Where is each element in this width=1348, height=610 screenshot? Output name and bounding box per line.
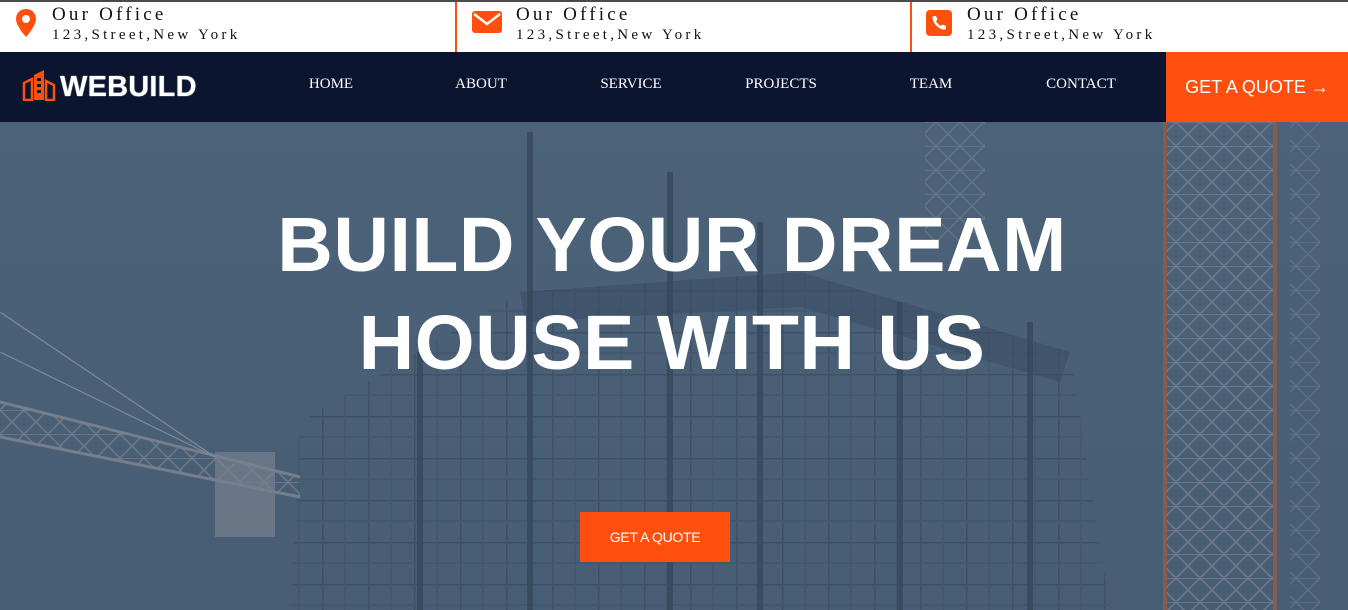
- contact-info-address: 123,Street,New York: [967, 27, 1156, 43]
- contact-info-address: 123,Street,New York: [52, 27, 241, 43]
- phone-icon: [926, 10, 952, 41]
- get-a-quote-button[interactable]: GET A QUOTE →: [1166, 52, 1348, 122]
- contact-info-title: Our Office: [967, 4, 1082, 25]
- brand-name: WEBUILD: [60, 70, 197, 103]
- hero-get-a-quote-button[interactable]: GET A QUOTE: [580, 512, 730, 562]
- envelope-icon: [471, 10, 503, 39]
- nav-item-team[interactable]: TEAM: [910, 76, 953, 93]
- contact-info-email: Our Office 123,Street,New York: [455, 2, 910, 52]
- hero-title-line-2: HOUSE WITH US: [358, 300, 986, 386]
- building-logo-icon: [22, 69, 56, 106]
- nav-item-contact[interactable]: CONTACT: [1046, 76, 1116, 93]
- contact-info-title: Our Office: [516, 4, 631, 25]
- contact-info-phone: Our Office 123,Street,New York: [910, 2, 1348, 52]
- hero-section: BUILD YOUR DREAM HOUSE WITH US GET A QUO…: [0, 122, 1348, 610]
- main-navbar: WEBUILD HOME ABOUT SERVICE PROJECTS TEAM…: [0, 52, 1348, 122]
- contact-info-office: Our Office 123,Street,New York: [0, 2, 455, 52]
- hero-title: BUILD YOUR DREAM HOUSE WITH US: [0, 196, 1348, 392]
- brand-logo-link[interactable]: WEBUILD: [22, 69, 197, 106]
- contact-info-bar: Our Office 123,Street,New York Our Offic…: [0, 0, 1348, 52]
- contact-info-address: 123,Street,New York: [516, 27, 705, 43]
- nav-item-service[interactable]: SERVICE: [600, 76, 661, 93]
- nav-item-about[interactable]: ABOUT: [455, 76, 507, 93]
- hero-title-line-1: BUILD YOUR DREAM: [277, 202, 1067, 288]
- contact-info-title: Our Office: [52, 4, 167, 25]
- nav-item-projects[interactable]: PROJECTS: [745, 76, 817, 93]
- map-pin-icon: [14, 8, 38, 43]
- nav-item-home[interactable]: HOME: [309, 76, 353, 93]
